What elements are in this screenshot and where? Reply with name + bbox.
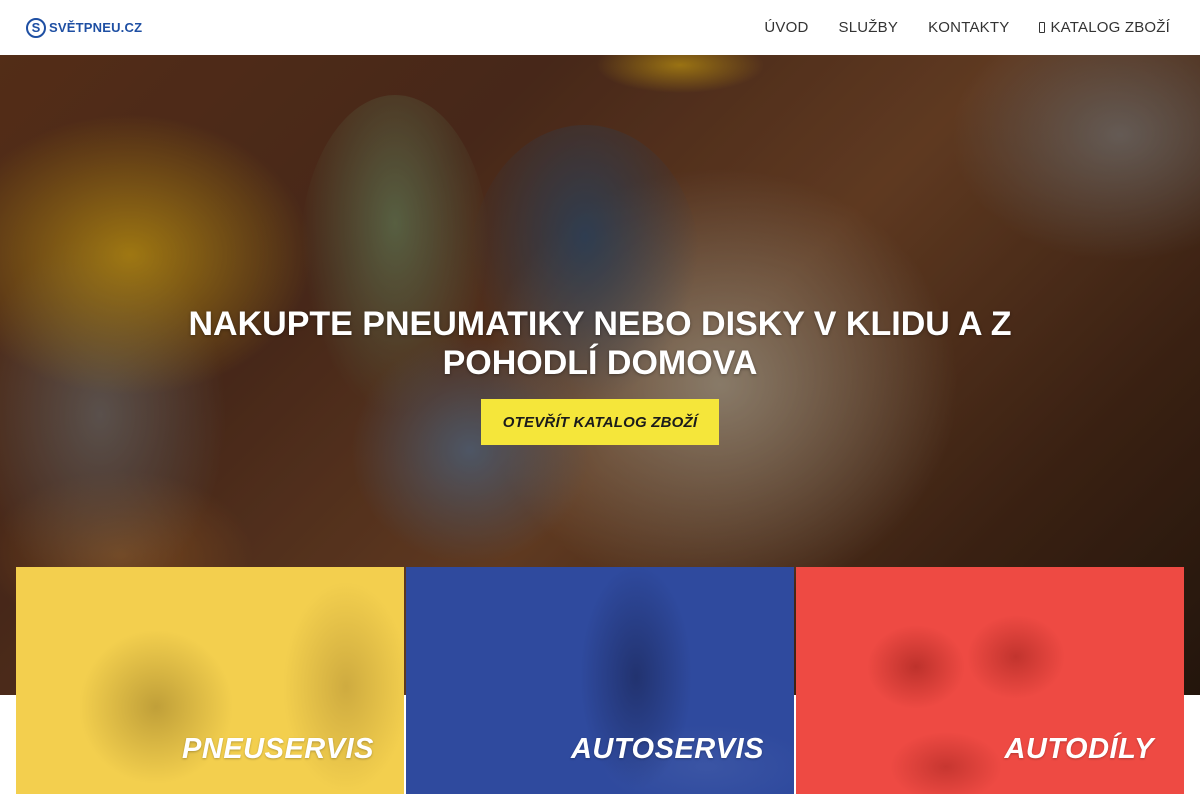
nav-item-katalog[interactable]: KATALOG ZBOŽÍ <box>1039 19 1170 36</box>
logo-text: SVĚTPNEU.CZ <box>49 20 143 35</box>
service-card-autodily[interactable]: AUTODÍLY <box>796 567 1184 794</box>
main-nav: ÚVOD SLUŽBY KONTAKTY KATALOG ZBOŽÍ <box>764 19 1170 36</box>
site-logo[interactable]: S SVĚTPNEU.CZ <box>26 17 143 38</box>
hero-title-line-2: POHODLÍ DOMOVA <box>442 344 758 382</box>
nav-label: SLUŽBY <box>838 19 899 36</box>
open-catalog-button[interactable]: OTEVŘÍT KATALOG ZBOŽÍ <box>481 399 719 445</box>
nav-label: KATALOG ZBOŽÍ <box>1050 19 1170 36</box>
service-card-label: PNEUSERVIS <box>182 733 374 765</box>
logo-s-icon: S <box>26 17 46 38</box>
nav-label: ÚVOD <box>764 19 809 36</box>
nav-label: KONTAKTY <box>928 19 1010 36</box>
service-card-label: AUTOSERVIS <box>570 733 764 765</box>
cart-icon <box>1039 22 1046 33</box>
nav-item-kontakty[interactable]: KONTAKTY <box>928 19 1009 36</box>
hero-title: NAKUPTE PNEUMATIKY NEBO DISKY V KLIDU A … <box>150 305 1050 383</box>
service-card-pneuservis[interactable]: PNEUSERVIS <box>16 567 404 794</box>
service-card-label: AUTODÍLY <box>1004 733 1154 765</box>
nav-item-sluzby[interactable]: SLUŽBY <box>839 19 899 36</box>
service-card-autoservis[interactable]: AUTOSERVIS <box>406 567 794 794</box>
service-cards: PNEUSERVIS AUTOSERVIS AUTODÍLY <box>16 567 1184 794</box>
hero-title-line-1: NAKUPTE PNEUMATIKY NEBO DISKY V KLIDU A … <box>188 305 1012 343</box>
site-header: S SVĚTPNEU.CZ ÚVOD SLUŽBY KONTAKTY KATAL… <box>0 0 1200 55</box>
nav-item-uvod[interactable]: ÚVOD <box>764 19 808 36</box>
